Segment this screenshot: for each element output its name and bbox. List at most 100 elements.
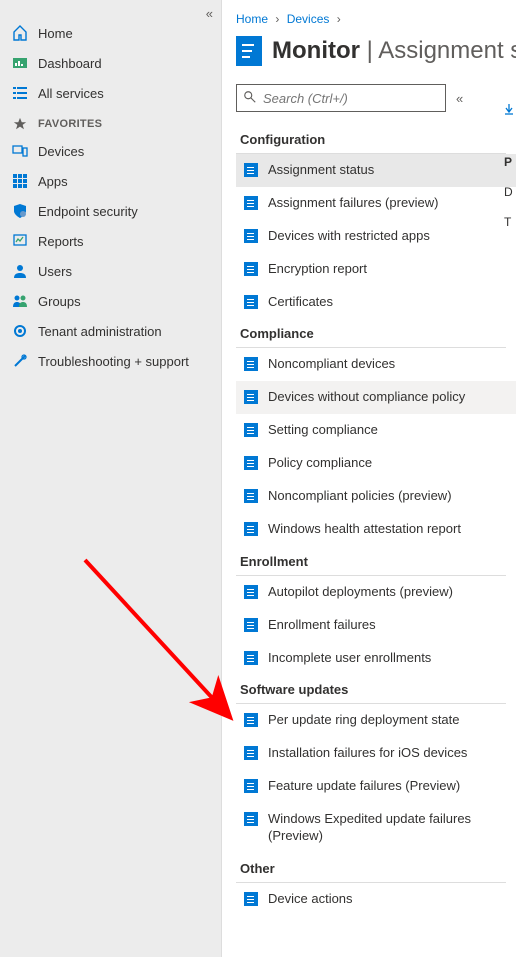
main-content: Home › Devices › Monitor | Assignment s … <box>222 0 516 957</box>
monitor-item-icon <box>244 746 258 760</box>
section-header: Compliance <box>236 318 506 348</box>
monitor-nav-item[interactable]: Device actions <box>236 883 516 916</box>
star-icon <box>12 116 28 132</box>
monitor-item-icon <box>244 779 258 793</box>
sidebar-reports[interactable]: Reports <box>0 226 221 256</box>
sidebar-troubleshooting[interactable]: Troubleshooting + support <box>0 346 221 376</box>
monitor-item-label: Enrollment failures <box>268 617 382 634</box>
page-title-sub: Assignment s <box>378 37 516 64</box>
monitor-nav-item[interactable]: Policy compliance <box>236 447 516 480</box>
monitor-nav-item[interactable]: Encryption report <box>236 253 516 286</box>
monitor-item-icon <box>244 456 258 470</box>
page-title: Monitor | Assignment s <box>272 37 516 65</box>
sidebar-apps[interactable]: Apps <box>0 166 221 196</box>
section-header: Other <box>236 853 506 883</box>
monitor-item-label: Feature update failures (Preview) <box>268 778 466 795</box>
peek-t: T <box>504 215 511 229</box>
chevron-right-icon: › <box>333 12 345 26</box>
monitor-item-label: Devices with restricted apps <box>268 228 436 245</box>
sidebar-dashboard[interactable]: Dashboard <box>0 48 221 78</box>
monitor-nav-item[interactable]: Assignment status <box>236 154 516 187</box>
monitor-item-icon <box>244 489 258 503</box>
sidebar-tenant-admin[interactable]: Tenant administration <box>0 316 221 346</box>
monitor-nav-item[interactable]: Feature update failures (Preview) <box>236 770 516 803</box>
home-icon <box>12 25 28 41</box>
monitor-item-label: Device actions <box>268 891 359 908</box>
search-input[interactable] <box>263 91 439 106</box>
section-header: Configuration <box>236 124 506 154</box>
search-icon <box>243 90 257 107</box>
collapse-sidebar-icon[interactable]: « <box>206 6 213 21</box>
monitor-nav-item[interactable]: Per update ring deployment state <box>236 704 516 737</box>
list-icon <box>12 85 28 101</box>
groups-icon <box>12 293 28 309</box>
sidebar-devices[interactable]: Devices <box>0 136 221 166</box>
sidebar-troubleshooting-label: Troubleshooting + support <box>38 354 189 369</box>
monitor-nav-item[interactable]: Setting compliance <box>236 414 516 447</box>
breadcrumb-devices[interactable]: Devices <box>287 12 330 26</box>
apps-icon <box>12 173 28 189</box>
sidebar-reports-label: Reports <box>38 234 84 249</box>
user-icon <box>12 263 28 279</box>
page-title-sep: | <box>360 37 378 64</box>
monitor-nav-item[interactable]: Noncompliant devices <box>236 348 516 381</box>
sidebar-all-services[interactable]: All services <box>0 78 221 108</box>
peek-p: P <box>504 155 512 169</box>
monitor-nav-item[interactable]: Autopilot deployments (preview) <box>236 576 516 609</box>
monitor-nav-item[interactable]: Windows health attestation report <box>236 513 516 546</box>
page-header: Monitor | Assignment s <box>236 36 516 66</box>
monitor-nav-item[interactable]: Noncompliant policies (preview) <box>236 480 516 513</box>
monitor-item-icon <box>244 585 258 599</box>
sidebar-groups[interactable]: Groups <box>0 286 221 316</box>
monitor-item-label: Noncompliant policies (preview) <box>268 488 458 505</box>
sidebar-users[interactable]: Users <box>0 256 221 286</box>
page-title-main: Monitor <box>272 37 360 64</box>
monitor-item-label: Windows Expedited update failures (Previ… <box>268 811 512 845</box>
sidebar-endpoint-security[interactable]: Endpoint security <box>0 196 221 226</box>
monitor-item-icon <box>244 196 258 210</box>
monitor-item-label: Devices without compliance policy <box>268 389 471 406</box>
monitor-item-label: Encryption report <box>268 261 373 278</box>
section-header: Software updates <box>236 674 506 704</box>
peek-link[interactable] <box>504 103 514 118</box>
monitor-item-icon <box>244 262 258 276</box>
sidebar-tenant-admin-label: Tenant administration <box>38 324 162 339</box>
monitor-item-icon <box>244 423 258 437</box>
breadcrumb: Home › Devices › <box>236 8 516 36</box>
monitor-item-icon <box>244 713 258 727</box>
collapse-monitor-nav-icon[interactable]: « <box>456 91 463 106</box>
monitor-item-label: Assignment failures (preview) <box>268 195 445 212</box>
monitor-item-icon <box>244 163 258 177</box>
search-box[interactable] <box>236 84 446 112</box>
shield-icon <box>12 203 28 219</box>
favorites-header: FAVORITES <box>0 108 221 136</box>
monitor-nav-item[interactable]: Certificates <box>236 286 516 319</box>
monitor-nav-item[interactable]: Incomplete user enrollments <box>236 642 516 675</box>
monitor-item-icon <box>244 522 258 536</box>
monitor-nav: ConfigurationAssignment status Assignment… <box>236 124 516 916</box>
monitor-item-icon <box>244 651 258 665</box>
monitor-nav-item[interactable]: Installation failures for iOS devices <box>236 737 516 770</box>
section-header: Enrollment <box>236 546 506 576</box>
monitor-nav-item[interactable]: Devices without compliance policy <box>236 381 516 414</box>
sidebar-devices-label: Devices <box>38 144 84 159</box>
breadcrumb-home[interactable]: Home <box>236 12 268 26</box>
favorites-label: FAVORITES <box>38 118 102 130</box>
monitor-item-icon <box>244 295 258 309</box>
monitor-item-label: Installation failures for iOS devices <box>268 745 473 762</box>
monitor-item-icon <box>244 390 258 404</box>
monitor-nav-item[interactable]: Devices with restricted apps <box>236 220 516 253</box>
left-sidebar: « Home Dashboard All services FAVORITES <box>0 0 222 957</box>
monitor-header-icon <box>236 36 262 66</box>
monitor-nav-item[interactable]: Assignment failures (preview) <box>236 187 516 220</box>
monitor-item-icon <box>244 892 258 906</box>
monitor-item-label: Policy compliance <box>268 455 378 472</box>
monitor-nav-item[interactable]: Enrollment failures <box>236 609 516 642</box>
monitor-item-label: Setting compliance <box>268 422 384 439</box>
sidebar-home[interactable]: Home <box>0 18 221 48</box>
wrench-icon <box>12 353 28 369</box>
monitor-nav-item[interactable]: Windows Expedited update failures (Previ… <box>236 803 516 853</box>
sidebar-endpoint-security-label: Endpoint security <box>38 204 138 219</box>
monitor-item-label: Windows health attestation report <box>268 521 467 538</box>
gear-icon <box>12 323 28 339</box>
